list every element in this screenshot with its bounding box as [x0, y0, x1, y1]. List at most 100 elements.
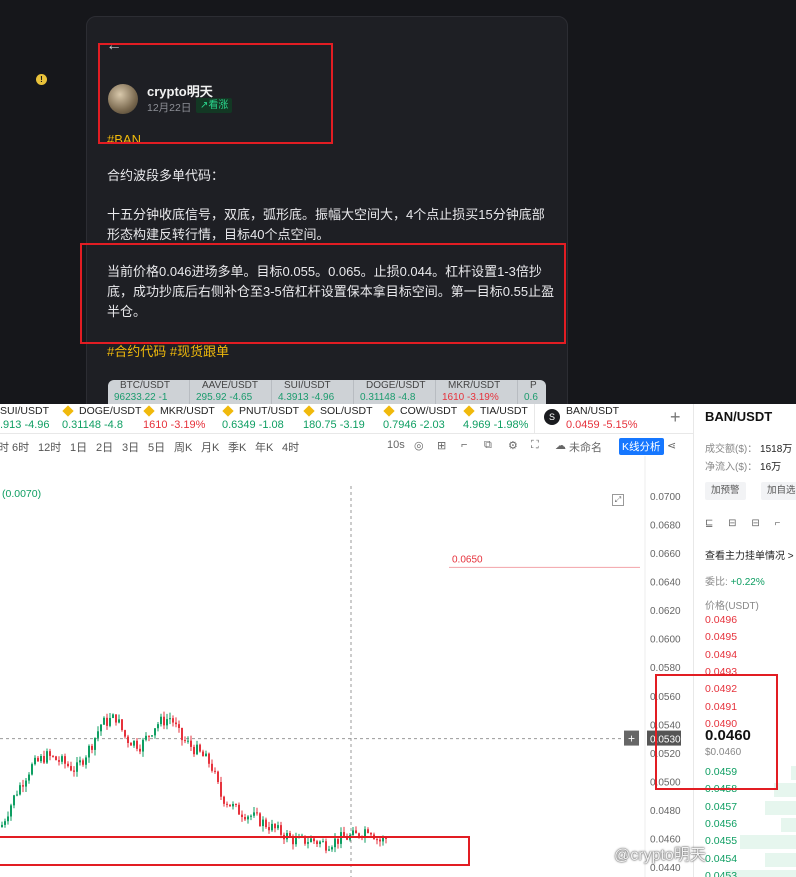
candle-body: [49, 751, 51, 756]
candle-body: [232, 803, 234, 807]
copy-icon[interactable]: ⧉: [484, 439, 492, 452]
ask-row[interactable]: 0.0494: [705, 649, 737, 661]
mini-ticker[interactable]: MKR/USDT 1610 -3.19%: [436, 380, 518, 404]
timeframe-option[interactable]: 年K: [255, 439, 273, 455]
add-favorite-button[interactable]: 加自选: [761, 482, 796, 500]
timeframe-option[interactable]: 3日: [122, 439, 139, 455]
candle-body: [190, 740, 192, 747]
ticker-item[interactable]: DOGE/USDT 0.31148 -4.8: [62, 404, 149, 433]
timeframe-option[interactable]: 5日: [148, 439, 165, 455]
ticker-item[interactable]: SUI/USDT .913 -4.96: [0, 404, 62, 433]
candle-body: [166, 719, 168, 726]
ticker-item[interactable]: SOL/USDT 180.75 -3.19: [303, 404, 379, 433]
crop-icon[interactable]: ⌐: [461, 439, 467, 451]
interval-select[interactable]: 10s: [387, 439, 405, 451]
candle-body: [271, 823, 273, 831]
timeframe-option[interactable]: 月K: [201, 439, 219, 455]
ban-coin-icon: S: [544, 409, 560, 425]
candle-body: [127, 736, 129, 743]
layout-name[interactable]: 未命名: [569, 439, 602, 455]
y-tick-label: 0.0700: [650, 492, 681, 503]
candle-body: [115, 714, 117, 723]
candle-body: [142, 739, 144, 752]
bid-depth-bar: [765, 852, 796, 867]
mini-ticker[interactable]: AAVE/USDT 295.92 -4.65: [190, 380, 272, 404]
timeframe-option[interactable]: 季K: [228, 439, 246, 455]
candle-body: [184, 740, 186, 742]
candle-body: [46, 751, 48, 763]
candle-body: [235, 803, 237, 805]
candle-body: [133, 740, 135, 746]
post-paragraph: 十五分钟收底信号，双底，弧形底。振幅大空间大，4个点止损买15分钟底部形态构建反…: [107, 207, 545, 242]
ticker-item[interactable]: MKR/USDT 1610 -3.19%: [143, 404, 221, 433]
trading-panel: SUI/USDT .913 -4.96 DOGE/USDT 0.31148 -4…: [0, 404, 796, 877]
binance-icon: [383, 405, 395, 417]
candle-body: [70, 766, 72, 771]
bid-row[interactable]: 0.0455: [705, 835, 737, 847]
candle-body: [217, 771, 219, 782]
candle-body: [178, 724, 180, 729]
candle-body: [229, 804, 231, 807]
timeframe-option[interactable]: 周K: [174, 439, 192, 455]
candle-body: [205, 753, 207, 757]
draw-icon[interactable]: ⊞: [437, 439, 446, 452]
candle-body: [253, 812, 255, 816]
annotation-box-entry: [80, 243, 566, 344]
mini-ticker[interactable]: SUI/USDT 4.3913 -4.96: [272, 380, 354, 404]
orderbook-link[interactable]: 查看主力挂单情况 >: [705, 547, 794, 562]
bid-row[interactable]: 0.0456: [705, 818, 737, 830]
binance-icon: [143, 405, 155, 417]
active-ticker[interactable]: BAN/USDT 0.0459 -5.15%: [566, 404, 664, 433]
ticker-item[interactable]: COW/USDT 0.7946 -2.03: [383, 404, 459, 433]
bid-row[interactable]: 0.0454: [705, 853, 737, 865]
candle-body: [28, 774, 30, 781]
timeframe-option[interactable]: 6时: [12, 439, 29, 455]
timeframe-option[interactable]: 4时: [282, 439, 299, 455]
fullscreen-icon[interactable]: ⛶: [531, 439, 539, 452]
candle-body: [208, 753, 210, 764]
annotation-box-author: [98, 43, 333, 144]
camera-icon[interactable]: ◎: [414, 439, 424, 452]
orderbook-header: 价格(USDT): [705, 601, 759, 612]
kline-analysis-button[interactable]: K线分析: [619, 438, 664, 455]
orderbook-view-icons[interactable]: ⊑ ⊟ ⊟ ⌐: [705, 518, 786, 529]
candle-body: [139, 748, 141, 752]
candle-body: [223, 796, 225, 804]
ask-row[interactable]: 0.0495: [705, 631, 737, 643]
bid-row[interactable]: 0.0457: [705, 801, 737, 813]
mini-ticker[interactable]: P 0.6: [518, 380, 546, 404]
volume-stat: 成交额($)： 1518万: [705, 444, 793, 455]
timeframe-option[interactable]: 时: [0, 439, 9, 455]
expand-icon[interactable]: ⤢: [612, 494, 624, 506]
chart-canvas[interactable]: 0.0700 0.0680 0.0660 0.0640 0.0620 0.0600 0.05…: [0, 456, 693, 877]
settings-icon[interactable]: ⚙: [508, 439, 518, 452]
cloud-icon[interactable]: ☁: [555, 439, 566, 452]
add-tab-icon[interactable]: +: [670, 407, 681, 428]
y-tick-label: 0.0660: [650, 549, 681, 560]
candle-body: [244, 816, 246, 820]
timeframe-option[interactable]: 1日: [70, 439, 87, 455]
candle-body: [112, 714, 114, 718]
ticker-item[interactable]: TIA/USDT 4.969 -1.98%: [463, 404, 535, 433]
ticker-item[interactable]: PNUT/USDT 0.6349 -1.08: [222, 404, 299, 433]
binance-icon: [303, 405, 315, 417]
candle-body: [226, 803, 228, 805]
candle-body: [172, 718, 174, 723]
add-alert-button[interactable]: 加预警: [705, 482, 746, 500]
candle-body: [37, 757, 39, 762]
timeframe-option[interactable]: 12时: [38, 439, 61, 455]
timeframe-option[interactable]: 2日: [96, 439, 113, 455]
candle-body: [79, 760, 81, 763]
kline-chart[interactable]: 0.0700 0.0680 0.0660 0.0640 0.0620 0.0600 0.05…: [0, 456, 693, 877]
candle-body: [175, 722, 177, 725]
annotation-box-orderbook: [655, 674, 778, 790]
candle-body: [7, 816, 9, 822]
mini-ticker[interactable]: BTC/USDT 96233.22 -1: [108, 380, 190, 404]
bid-row[interactable]: 0.0453: [705, 870, 737, 877]
ask-row[interactable]: 0.0496: [705, 614, 737, 626]
timeframe-bar: 时 6时 12时 1日 2日 3日 5日 周K 月K 季K 年K 4时 10s …: [0, 436, 693, 456]
share-icon[interactable]: ⋖: [667, 439, 676, 452]
info-icon[interactable]: !: [36, 74, 47, 85]
mini-ticker[interactable]: DOGE/USDT 0.31148 -4.8: [354, 380, 436, 404]
candle-body: [202, 751, 204, 757]
